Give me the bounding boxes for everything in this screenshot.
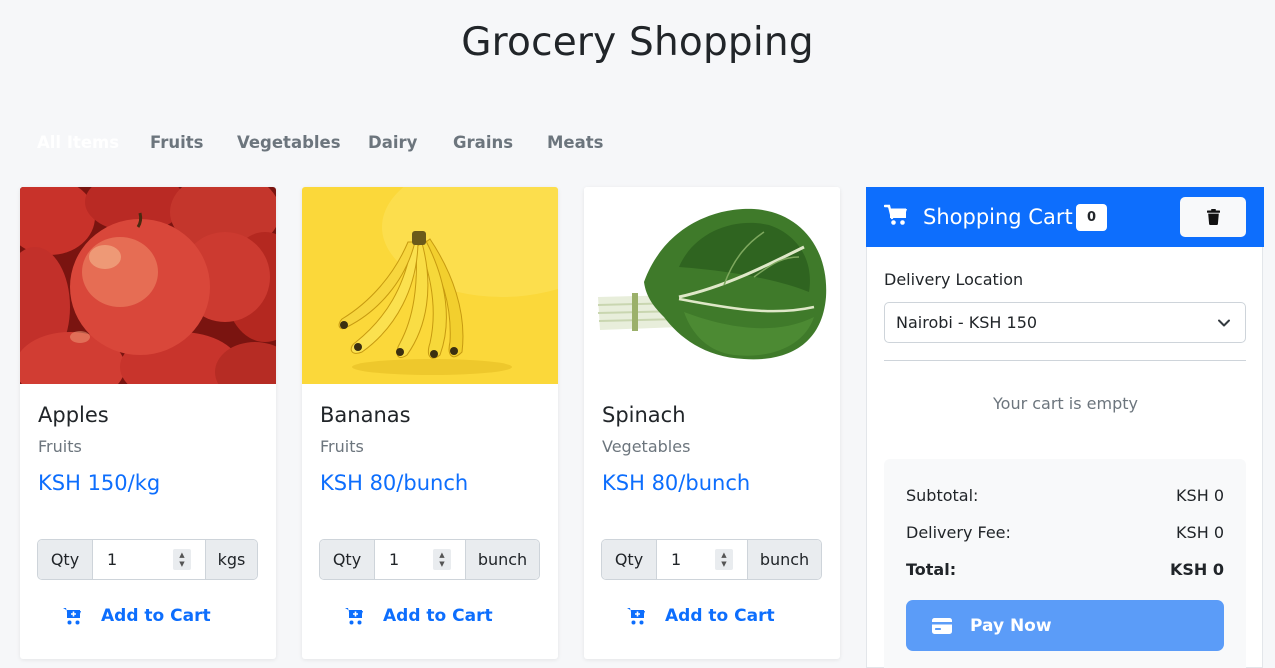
delivery-location-label: Delivery Location bbox=[884, 270, 1024, 289]
spinner-arrows-icon[interactable]: ▲ ▼ bbox=[433, 549, 451, 570]
cart-count-badge: 0 bbox=[1076, 204, 1107, 231]
quantity-stepper[interactable]: 1 ▲ ▼ bbox=[375, 540, 465, 579]
chevron-down-icon bbox=[1218, 319, 1230, 327]
shopping-cart-icon bbox=[884, 204, 907, 225]
tab-all-items[interactable]: All Items bbox=[37, 131, 150, 157]
product-category: Fruits bbox=[38, 437, 82, 456]
add-to-cart-label: Add to Cart bbox=[665, 606, 775, 626]
clear-cart-button[interactable] bbox=[1180, 197, 1246, 237]
product-category: Vegetables bbox=[602, 437, 691, 456]
shopping-cart-panel: Shopping Cart 0 Delivery Location Nairob… bbox=[866, 187, 1264, 668]
add-to-cart-button[interactable]: Add to Cart bbox=[62, 602, 211, 630]
quantity-value[interactable]: 1 bbox=[671, 550, 681, 569]
product-price: KSH 150/kg bbox=[38, 471, 161, 495]
subtotal-value: KSH 0 bbox=[1176, 486, 1224, 505]
quantity-input-group: Qty 1 ▲ ▼ bunch bbox=[601, 539, 822, 580]
product-name: Spinach bbox=[602, 403, 686, 427]
tab-meats[interactable]: Meats bbox=[547, 131, 603, 157]
product-price: KSH 80/bunch bbox=[320, 471, 469, 495]
unit-label: bunch bbox=[747, 540, 821, 579]
add-to-cart-button[interactable]: Add to Cart bbox=[344, 602, 493, 630]
delivery-fee-value: KSH 0 bbox=[1176, 523, 1224, 542]
category-tabs: All Items Fruits Vegetables Dairy Grains… bbox=[20, 131, 603, 157]
add-to-cart-label: Add to Cart bbox=[101, 606, 211, 626]
add-to-cart-label: Add to Cart bbox=[383, 606, 493, 626]
product-card-spinach: Spinach Vegetables KSH 80/bunch Qty 1 ▲ ▼… bbox=[584, 187, 840, 659]
subtotal-label: Subtotal: bbox=[906, 486, 979, 505]
unit-label: kgs bbox=[205, 540, 257, 579]
qty-label: Qty bbox=[602, 540, 657, 579]
cart-header: Shopping Cart 0 bbox=[866, 187, 1264, 247]
delivery-fee-row: Delivery Fee: KSH 0 bbox=[906, 523, 1224, 542]
pay-now-button[interactable]: Pay Now bbox=[906, 600, 1224, 651]
delivery-fee-label: Delivery Fee: bbox=[906, 523, 1011, 542]
tab-grains[interactable]: Grains bbox=[453, 131, 547, 157]
pay-now-label: Pay Now bbox=[970, 615, 1052, 636]
cart-plus-icon bbox=[63, 607, 81, 624]
qty-label: Qty bbox=[320, 540, 375, 579]
qty-label: Qty bbox=[38, 540, 93, 579]
cart-title: Shopping Cart bbox=[923, 205, 1073, 229]
quantity-value[interactable]: 1 bbox=[107, 550, 117, 569]
apples-image bbox=[20, 187, 276, 384]
credit-card-icon bbox=[932, 617, 952, 634]
spinner-arrows-icon[interactable]: ▲ ▼ bbox=[715, 549, 733, 570]
product-name: Bananas bbox=[320, 403, 411, 427]
total-label: Total: bbox=[906, 560, 957, 579]
product-card-bananas: Bananas Fruits KSH 80/bunch Qty 1 ▲ ▼ bun… bbox=[302, 187, 558, 659]
product-price: KSH 80/bunch bbox=[602, 471, 751, 495]
quantity-input-group: Qty 1 ▲ ▼ bunch bbox=[319, 539, 540, 580]
tab-fruits[interactable]: Fruits bbox=[150, 131, 237, 157]
product-category: Fruits bbox=[320, 437, 364, 456]
delivery-location-value: Nairobi - KSH 150 bbox=[896, 313, 1038, 332]
add-to-cart-button[interactable]: Add to Cart bbox=[626, 602, 775, 630]
bananas-image bbox=[302, 187, 558, 384]
empty-cart-message: Your cart is empty bbox=[993, 394, 1138, 413]
total-row: Total: KSH 0 bbox=[906, 560, 1224, 579]
order-summary: Subtotal: KSH 0 Delivery Fee: KSH 0 Tota… bbox=[884, 459, 1246, 668]
cart-plus-icon bbox=[345, 607, 363, 624]
total-value: KSH 0 bbox=[1169, 560, 1224, 579]
subtotal-row: Subtotal: KSH 0 bbox=[906, 486, 1224, 505]
quantity-input-group: Qty 1 ▲ ▼ kgs bbox=[37, 539, 258, 580]
trash-icon bbox=[1206, 209, 1220, 225]
quantity-value[interactable]: 1 bbox=[389, 550, 399, 569]
tab-vegetables[interactable]: Vegetables bbox=[237, 131, 368, 157]
quantity-stepper[interactable]: 1 ▲ ▼ bbox=[93, 540, 205, 579]
unit-label: bunch bbox=[465, 540, 539, 579]
spinach-image bbox=[584, 187, 840, 384]
quantity-stepper[interactable]: 1 ▲ ▼ bbox=[657, 540, 747, 579]
page-title: Grocery Shopping bbox=[461, 20, 814, 65]
product-card-apples: Apples Fruits KSH 150/kg Qty 1 ▲ ▼ kgs Ad… bbox=[20, 187, 276, 659]
spinner-arrows-icon[interactable]: ▲ ▼ bbox=[173, 549, 191, 570]
divider bbox=[884, 360, 1246, 361]
delivery-location-select[interactable]: Nairobi - KSH 150 bbox=[884, 302, 1246, 343]
tab-dairy[interactable]: Dairy bbox=[368, 131, 453, 157]
product-name: Apples bbox=[38, 403, 109, 427]
cart-plus-icon bbox=[627, 607, 645, 624]
